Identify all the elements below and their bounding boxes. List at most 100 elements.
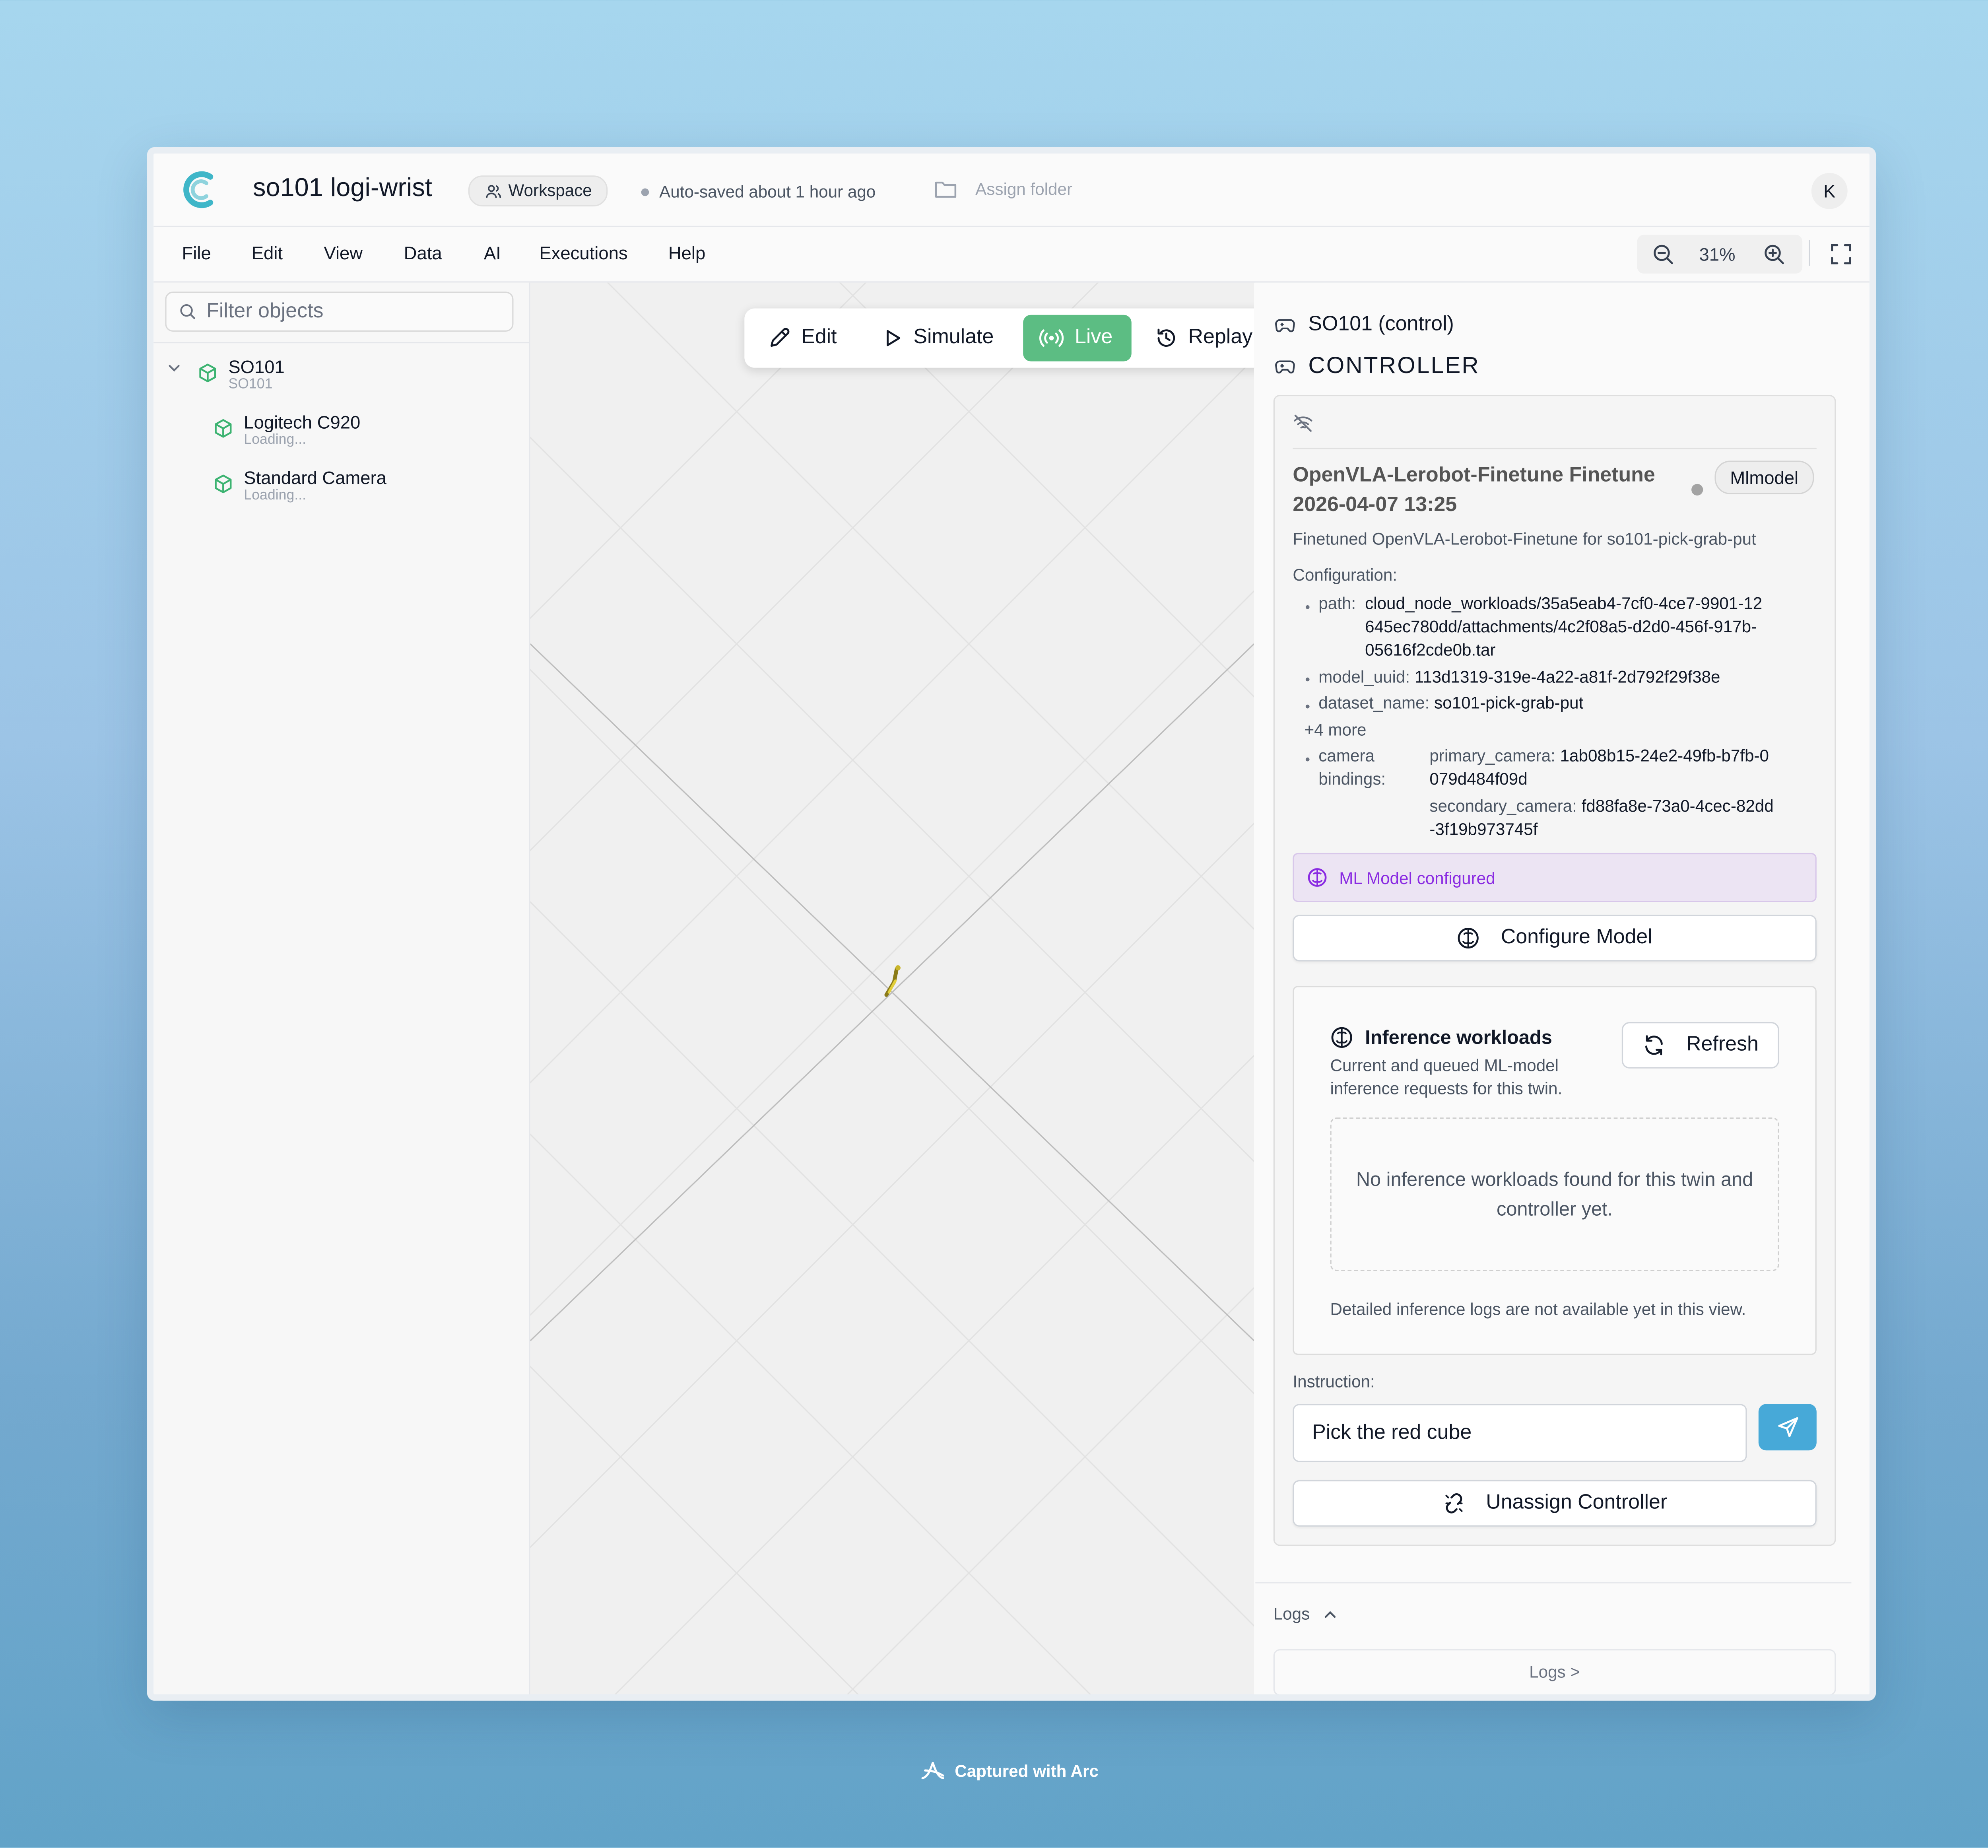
tree-item-so101[interactable]: SO101 SO101 <box>167 356 285 394</box>
mode-live-label: Live <box>1075 326 1113 349</box>
controller-panel: SO101 (control) CONTROLLER OpenVLA-Lerob… <box>1255 282 1870 1694</box>
mode-toolbar: Edit Simulate Live Replay <box>744 308 1254 368</box>
controller-card: OpenVLA-Lerobot-Finetune Finetune 2026-0… <box>1273 394 1836 1546</box>
autosave-status: Auto-saved about 1 hour ago <box>641 182 876 202</box>
object-sidebar: SO101 SO101 Logitech C920 Loading... Sta… <box>153 282 530 1694</box>
controller-heading-text: CONTROLLER <box>1308 352 1480 378</box>
app-window: so101 logi-wrist Workspace Auto-saved ab… <box>147 147 1876 1701</box>
mode-replay-button[interactable]: Replay <box>1139 315 1254 361</box>
tree-item-subtitle: Loading... <box>244 488 307 503</box>
menu-executions[interactable]: Executions <box>539 243 627 263</box>
send-icon <box>1777 1417 1798 1438</box>
zoom-controls: 31% <box>1637 235 1803 274</box>
assign-folder-label: Assign folder <box>975 179 1073 199</box>
mode-edit-button[interactable]: Edit <box>752 315 852 361</box>
config-path-value: cloud_node_workloads/35a5eab4-7cf0-4ce7-… <box>1365 593 1763 660</box>
folder-icon <box>935 181 957 198</box>
sidebar-divider <box>153 342 529 344</box>
logs-toggle[interactable]: Logs <box>1274 1604 1338 1623</box>
tree-item-logitech-c920[interactable]: Logitech C920 Loading... <box>213 412 360 449</box>
gamepad-icon <box>1275 319 1295 332</box>
mode-live-button[interactable]: Live <box>1023 315 1132 361</box>
inference-title-text: Inference workloads <box>1365 1026 1552 1049</box>
cube-icon <box>199 363 216 383</box>
card-divider <box>1293 447 1817 449</box>
config-secondary-camera: secondary_camera: fd88fa8e-73a0-4cec-82d… <box>1429 796 1774 839</box>
cube-icon <box>215 474 232 494</box>
cube-icon <box>215 419 232 438</box>
assign-folder-button[interactable]: Assign folder <box>934 179 1072 199</box>
mode-simulate-button[interactable]: Simulate <box>867 315 1010 361</box>
chevron-down-icon[interactable] <box>167 360 182 375</box>
wifi-off-icon <box>1294 414 1312 432</box>
inference-subtitle: Current and queued ML-model inference re… <box>1330 1055 1563 1098</box>
workspace-label: Workspace <box>508 181 592 200</box>
tree-item-name: SO101 <box>228 356 285 377</box>
list-bullet <box>1305 704 1310 709</box>
brain-icon <box>1308 868 1327 887</box>
configuration-label: Configuration: <box>1293 565 1398 585</box>
instruction-input[interactable] <box>1293 1404 1747 1462</box>
menu-ai[interactable]: AI <box>484 243 501 263</box>
robot-arm-model[interactable] <box>879 961 910 1000</box>
zoom-level: 31% <box>1699 244 1736 265</box>
search-icon <box>180 304 195 319</box>
refresh-label: Refresh <box>1686 1034 1759 1056</box>
filter-input[interactable] <box>204 299 493 325</box>
menu-view[interactable]: View <box>324 243 363 263</box>
brain-icon <box>1458 927 1479 949</box>
viewport-canvas[interactable]: Edit Simulate Live Replay <box>530 282 1254 1694</box>
send-instruction-button[interactable] <box>1758 1404 1817 1451</box>
refresh-button[interactable]: Refresh <box>1621 1022 1779 1069</box>
configure-model-button[interactable]: Configure Model <box>1293 915 1817 962</box>
logs-toggle-label: Logs <box>1273 1604 1310 1624</box>
autosave-text: Auto-saved about 1 hour ago <box>659 182 876 202</box>
list-bullet <box>1305 605 1310 609</box>
refresh-icon <box>1645 1035 1663 1055</box>
menu-help[interactable]: Help <box>668 243 705 263</box>
tree-item-standard-camera[interactable]: Standard Camera Loading... <box>213 467 386 505</box>
config-more-link[interactable]: +4 more <box>1305 719 1367 742</box>
config-path-key: path: <box>1318 593 1356 613</box>
history-icon <box>1157 328 1175 347</box>
inference-footnote: Detailed inference logs are not availabl… <box>1330 1299 1746 1319</box>
model-title: OpenVLA-Lerobot-Finetune Finetune 2026-0… <box>1293 464 1655 516</box>
menu-data[interactable]: Data <box>404 243 442 263</box>
mode-replay-label: Replay <box>1188 326 1253 349</box>
configure-model-label: Configure Model <box>1501 926 1652 949</box>
inference-title: Inference workloads <box>1330 1026 1552 1049</box>
logs-button[interactable]: Logs > <box>1273 1649 1836 1694</box>
config-camera-bindings-key: camera bindings: <box>1318 746 1386 789</box>
capture-caption: Captured with Arc <box>918 1759 1099 1782</box>
tree-item-name: Logitech C920 <box>244 412 361 433</box>
mode-simulate-label: Simulate <box>913 326 994 349</box>
brain-icon <box>1331 1027 1352 1048</box>
inference-workloads-card: Inference workloads Current and queued M… <box>1293 986 1817 1355</box>
list-bullet <box>1305 677 1310 682</box>
toolbar-separator <box>1809 240 1810 266</box>
play-icon <box>887 330 901 346</box>
model-status-dot <box>1691 484 1703 496</box>
capture-caption-text: Captured with Arc <box>955 1761 1099 1780</box>
title-bar: so101 logi-wrist Workspace Auto-saved ab… <box>153 154 1870 227</box>
users-icon <box>486 184 501 198</box>
control-title-text: SO101 (control) <box>1308 313 1454 336</box>
filter-field[interactable] <box>165 291 514 332</box>
menu-file[interactable]: File <box>182 243 211 263</box>
workspace-badge[interactable]: Workspace <box>468 175 608 207</box>
menu-edit[interactable]: Edit <box>252 243 283 263</box>
chevron-up-icon <box>1325 1610 1336 1617</box>
menu-bar: File Edit View Data AI Executions Help 3… <box>153 227 1870 283</box>
zoom-in-icon[interactable] <box>1763 243 1786 266</box>
zoom-out-icon[interactable] <box>1651 243 1674 266</box>
model-type-badge: Mlmodel <box>1714 461 1814 494</box>
app-logo[interactable] <box>179 169 221 210</box>
document-title[interactable]: so101 logi-wrist <box>253 174 432 204</box>
fullscreen-icon[interactable] <box>1829 243 1852 266</box>
logs-divider <box>1255 1582 1852 1584</box>
unassign-controller-label: Unassign Controller <box>1486 1492 1668 1514</box>
unlink-icon <box>1445 1493 1462 1514</box>
unassign-controller-button[interactable]: Unassign Controller <box>1293 1480 1817 1527</box>
tree-item-subtitle: Loading... <box>244 432 307 448</box>
user-avatar[interactable]: K <box>1811 173 1848 209</box>
